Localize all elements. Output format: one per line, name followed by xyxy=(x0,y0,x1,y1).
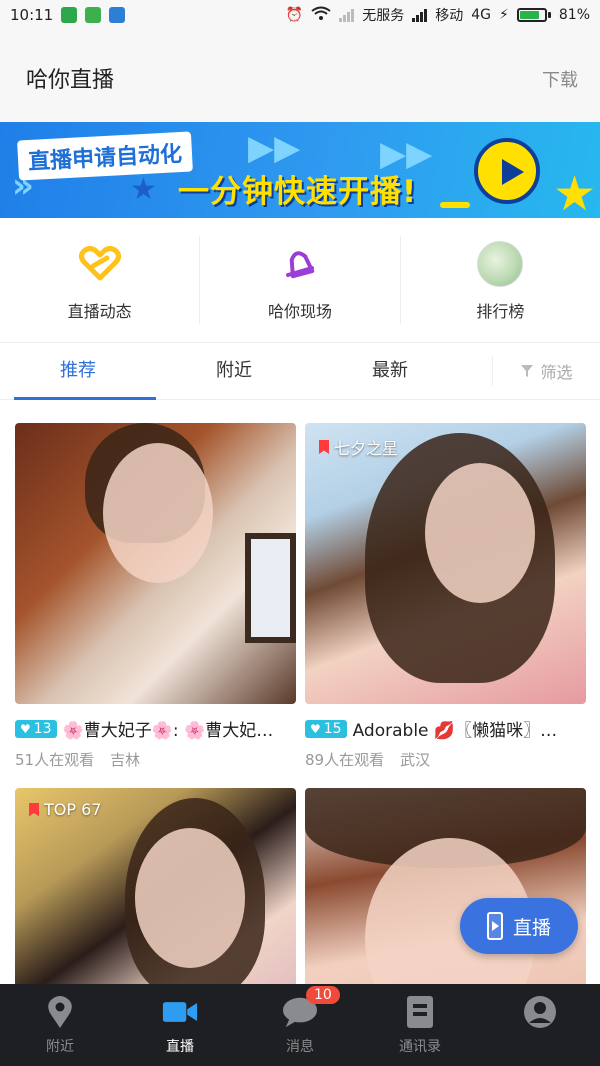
live-card[interactable]: ♥ 13 🌸曹大妃子🌸: 🌸曹大妃… 51人在观看 吉林 xyxy=(15,423,296,770)
alarm-icon: ⏰ xyxy=(285,7,304,23)
filter-label: 筛选 xyxy=(540,363,573,382)
message-count-badge: 10 xyxy=(306,986,340,1004)
heart-icon: ♥ xyxy=(310,721,321,736)
charging-icon: ⚡ xyxy=(499,7,509,23)
live-thumbnail[interactable] xyxy=(305,788,586,984)
quick-nav-ranking[interactable]: 排行榜 xyxy=(401,236,600,324)
funnel-icon xyxy=(521,365,534,377)
bookmark-icon xyxy=(319,440,329,454)
no-service-text: 无服务 xyxy=(362,8,405,24)
card-title-row: ♥ 15 Adorable 💋〖懒猫咪〗… xyxy=(305,716,586,741)
live-thumbnail[interactable]: 七夕之星 xyxy=(305,423,586,704)
card-title: Adorable 💋〖懒猫咪〗… xyxy=(352,721,558,741)
user-profile-icon xyxy=(522,994,558,1030)
banner-headline: 直播申请自动化 xyxy=(17,131,193,181)
download-button[interactable]: 下载 xyxy=(542,66,578,92)
location-pin-icon xyxy=(42,994,78,1030)
nav-label: 通讯录 xyxy=(399,1039,441,1055)
streamer-photo xyxy=(135,828,245,968)
card-meta: 89人在观看 武汉 xyxy=(305,749,586,770)
card-title-row: ♥ 13 🌸曹大妃子🌸: 🌸曹大妃… xyxy=(15,716,296,741)
location-text: 武汉 xyxy=(400,751,431,769)
page-title: 哈你直播 xyxy=(26,68,115,93)
bookmark-icon xyxy=(29,802,39,817)
carrier-text: 移动 xyxy=(435,8,464,24)
streamer-photo xyxy=(425,463,535,603)
live-thumbnail[interactable]: TOP 67 xyxy=(15,788,296,984)
bell-icon xyxy=(276,240,324,288)
event-badge: 七夕之星 xyxy=(319,435,398,459)
nav-messages[interactable]: 10 消息 xyxy=(240,984,360,1066)
nav-contacts[interactable]: 通讯录 xyxy=(360,984,480,1066)
tab-nearby[interactable]: 附近 xyxy=(156,343,312,399)
streamer-photo xyxy=(103,443,213,583)
filter-button[interactable]: 筛选 xyxy=(492,356,600,386)
upload-notification-icon xyxy=(109,7,126,23)
play-icon xyxy=(474,138,540,204)
nav-profile[interactable] xyxy=(480,984,600,1066)
status-bar: 10:11 ⏰ 无服务 移动 4G ⚡ 81% xyxy=(0,0,600,30)
network-type: 4G xyxy=(471,7,492,23)
sim-notification-icon xyxy=(85,7,102,23)
viewer-count: 51人在观看 xyxy=(15,751,95,769)
live-card[interactable]: TOP 67 xyxy=(15,788,296,984)
stripe-decoration xyxy=(440,202,470,208)
arrow-decoration-icon: ▶▶ xyxy=(248,128,301,168)
status-time: 10:11 xyxy=(10,6,54,24)
card-title: 🌸曹大妃子🌸: 🌸曹大妃… xyxy=(62,721,274,741)
card-meta: 51人在观看 吉林 xyxy=(15,749,296,770)
app-notification-icon xyxy=(61,7,78,23)
address-book-icon xyxy=(402,994,438,1030)
nav-label: 消息 xyxy=(286,1039,314,1055)
banner-slogan: 一分钟快速开播! xyxy=(178,174,418,210)
star-icon: ★ xyxy=(552,166,596,218)
tab-latest[interactable]: 最新 xyxy=(312,343,468,399)
nav-label: 直播 xyxy=(166,1039,194,1055)
app-header: 哈你直播 下载 xyxy=(0,30,600,122)
battery-percent: 81% xyxy=(558,7,590,23)
tab-recommend[interactable]: 推荐 xyxy=(0,343,156,400)
heart-icon: ♥ xyxy=(20,721,31,736)
quick-nav-label: 直播动态 xyxy=(67,302,132,321)
feed-tabs: 推荐 附近 最新 筛选 xyxy=(0,342,600,400)
tv-screen-background xyxy=(245,533,296,643)
quick-nav-live-feed[interactable]: 直播动态 xyxy=(0,236,201,324)
phone-play-icon xyxy=(486,912,503,940)
live-card[interactable] xyxy=(305,788,586,984)
quick-nav-live-scene[interactable]: 哈你现场 xyxy=(200,236,401,324)
nav-label: 附近 xyxy=(46,1039,74,1055)
ranking-avatar xyxy=(476,240,524,288)
signal-icon xyxy=(412,8,428,22)
quick-nav: 直播动态 哈你现场 排行榜 xyxy=(0,218,600,342)
viewer-count: 89人在观看 xyxy=(305,751,385,769)
live-thumbnail[interactable] xyxy=(15,423,296,704)
video-camera-icon xyxy=(162,994,198,1030)
location-text: 吉林 xyxy=(110,751,141,769)
live-feed: ♥ 13 🌸曹大妃子🌸: 🌸曹大妃… 51人在观看 吉林 七夕之星 ♥ 15 Ado… xyxy=(0,400,600,984)
signal-off-icon xyxy=(339,8,355,22)
nav-live[interactable]: 直播 xyxy=(120,984,240,1066)
quick-nav-label: 哈你现场 xyxy=(267,302,332,321)
bottom-nav: 附近 直播 10 消息 通讯录 xyxy=(0,984,600,1066)
quick-nav-label: 排行榜 xyxy=(476,302,525,321)
live-card[interactable]: 七夕之星 ♥ 15 Adorable 💋〖懒猫咪〗… 89人在观看 武汉 xyxy=(305,423,586,770)
nav-nearby[interactable]: 附近 xyxy=(0,984,120,1066)
promo-banner[interactable]: » ▶▶ ▶▶ 直播申请自动化 一分钟快速开播! ★ ★ xyxy=(0,122,600,218)
rank-badge: TOP 67 xyxy=(29,800,101,819)
heart-link-icon xyxy=(76,240,124,288)
start-live-button[interactable]: 直播 xyxy=(460,898,578,954)
wifi-icon xyxy=(311,6,331,24)
start-live-label: 直播 xyxy=(512,916,551,939)
level-badge: ♥ 15 xyxy=(305,719,347,738)
battery-icon xyxy=(516,8,551,22)
star-icon: ★ xyxy=(130,172,157,207)
level-badge: ♥ 13 xyxy=(15,719,57,738)
